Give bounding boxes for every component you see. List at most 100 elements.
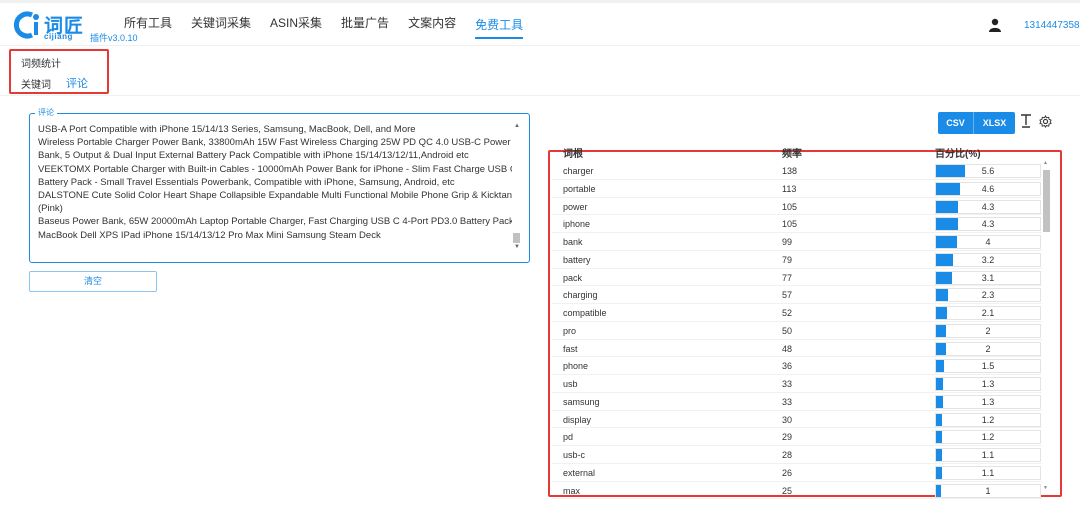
word-cell: power — [563, 201, 588, 212]
user-icon[interactable] — [989, 18, 1001, 32]
csv-button[interactable]: CSV — [938, 112, 974, 134]
nav-asin-collect[interactable]: ASIN采集 — [270, 3, 322, 43]
nav-bulk-ads[interactable]: 批量广告 — [341, 3, 389, 43]
clear-button[interactable]: 清空 — [29, 271, 157, 292]
nav-copywriting[interactable]: 文案内容 — [408, 3, 456, 43]
header-percent[interactable]: 百分比(%) — [935, 145, 981, 160]
gear-icon[interactable] — [1039, 115, 1052, 128]
word-cell: compatible — [563, 308, 607, 318]
export-button-group: CSV XLSX — [938, 112, 1015, 134]
header-frequency[interactable]: 频率 — [782, 145, 802, 160]
frequency-cell: 50 — [782, 325, 793, 336]
table-row[interactable]: charger 138 5.6 — [552, 162, 1042, 180]
word-cell: usb — [563, 379, 578, 389]
comment-line: VEEKTOMX Portable Charger with Built-in … — [38, 163, 512, 175]
page-title: 词频统计 — [21, 59, 61, 70]
divider — [0, 95, 1080, 96]
percent-bar: 4.6 — [935, 181, 1041, 196]
word-cell: pd — [563, 432, 574, 443]
logo-c-icon — [14, 11, 39, 39]
text-height-icon[interactable] — [1020, 114, 1032, 132]
frequency-cell: 52 — [782, 308, 793, 318]
percent-bar: 2.1 — [935, 306, 1041, 320]
tab-review[interactable]: 评论 — [66, 75, 88, 91]
table-row[interactable]: usb 33 1.3 — [552, 375, 1042, 393]
logo-subtext: cijiang — [44, 32, 73, 41]
comment-line: Wireless Portable Charger Power Bank, 33… — [38, 137, 511, 149]
comment-legend: 评论 — [35, 107, 57, 118]
comment-line: DALSTONE Cute Solid Color Heart Shape Co… — [38, 190, 512, 202]
comment-scrollbar[interactable]: ▲ ▼ — [512, 120, 523, 256]
comment-content[interactable]: USB-A Port Compatible with iPhone 15/14/… — [38, 123, 512, 242]
percent-cell: 4.3 — [981, 201, 995, 212]
nav-free-tools[interactable]: 免费工具 — [475, 3, 524, 39]
frequency-cell: 99 — [782, 237, 793, 247]
xlsx-button[interactable]: XLSX — [974, 112, 1015, 134]
word-cell: pack — [563, 272, 583, 283]
scroll-up-icon[interactable]: ▲ — [514, 123, 520, 129]
word-cell: portable — [563, 183, 596, 194]
table-row[interactable]: iphone 105 4.3 — [552, 215, 1042, 233]
header-word[interactable]: 词根 — [563, 145, 583, 160]
percent-cell: 1.3 — [981, 379, 995, 389]
nav-all-tools[interactable]: 所有工具 — [124, 3, 172, 43]
comment-line: Battery Pack - Small Travel Essentials P… — [38, 176, 455, 188]
frequency-cell: 33 — [782, 396, 793, 407]
percent-bar: 1.3 — [935, 394, 1041, 409]
table-row[interactable]: portable 113 4.6 — [552, 180, 1042, 198]
table-row[interactable]: power 105 4.3 — [552, 198, 1042, 216]
table-row[interactable]: phone 36 1.5 — [552, 357, 1042, 375]
frequency-cell: 30 — [782, 414, 793, 425]
percent-cell: 4.6 — [981, 183, 995, 194]
word-cell: fast — [563, 343, 578, 354]
table-scrollbar[interactable]: ▲ ▼ — [1043, 160, 1051, 494]
percent-cell: 1.5 — [981, 361, 995, 372]
table-row[interactable]: display 30 1.2 — [552, 411, 1042, 429]
table-row[interactable]: bank 99 4 — [552, 233, 1042, 251]
logo[interactable]: 词匠 cijiang 插件v3.0.10 — [14, 11, 138, 43]
table-row[interactable]: charging 57 2.3 — [552, 286, 1042, 304]
percent-bar: 1.1 — [935, 448, 1041, 462]
percent-cell: 4.3 — [981, 219, 995, 230]
word-cell: iphone — [563, 219, 591, 230]
tab-keyword[interactable]: 关键词 — [21, 76, 51, 91]
frequency-cell: 113 — [782, 183, 797, 194]
nav-keyword-collect[interactable]: 关键词采集 — [191, 3, 251, 43]
table-row[interactable]: external 26 1.1 — [552, 464, 1042, 482]
percent-bar: 2 — [935, 323, 1041, 338]
percent-bar: 4.3 — [935, 199, 1041, 214]
user-phone[interactable]: 13144473585 — [1024, 20, 1080, 31]
percent-cell: 4 — [985, 237, 991, 247]
comment-line: Baseus Power Bank, 65W 20000mAh Laptop P… — [38, 216, 512, 228]
table-row[interactable]: samsung 33 1.3 — [552, 393, 1042, 411]
table-row[interactable]: battery 79 3.2 — [552, 251, 1042, 269]
word-cell: display — [563, 414, 592, 425]
table-row[interactable]: pack 77 3.1 — [552, 269, 1042, 287]
frequency-cell: 105 — [782, 201, 798, 212]
table-row[interactable]: max 25 1 — [552, 482, 1042, 500]
percent-cell: 5.6 — [981, 166, 995, 176]
scroll-thumb[interactable] — [513, 233, 520, 243]
percent-cell: 2.3 — [981, 290, 995, 301]
scroll-down-icon[interactable]: ▼ — [514, 244, 520, 250]
percent-cell: 2.1 — [981, 308, 995, 318]
percent-cell: 3.2 — [981, 254, 995, 265]
table-scroll-up-icon[interactable]: ▲ — [1043, 160, 1048, 166]
comment-line: USB-A Port Compatible with iPhone 15/14/… — [38, 124, 416, 135]
word-cell: bank — [563, 237, 583, 247]
frequency-cell: 77 — [782, 272, 793, 283]
table-row[interactable]: fast 48 2 — [552, 340, 1042, 358]
word-cell: phone — [563, 361, 589, 372]
comment-line: MacBook Dell XPS IPad iPhone 15/14/13/12… — [38, 229, 381, 241]
table-row[interactable]: compatible 52 2.1 — [552, 304, 1042, 322]
percent-cell: 2 — [985, 325, 991, 336]
table-row[interactable]: usb-c 28 1.1 — [552, 446, 1042, 464]
frequency-cell: 26 — [782, 467, 793, 478]
percent-bar: 1.2 — [935, 412, 1041, 427]
percent-bar: 1.1 — [935, 465, 1041, 480]
percent-bar: 4 — [935, 235, 1041, 249]
table-scroll-down-icon[interactable]: ▼ — [1043, 485, 1048, 491]
table-row[interactable]: pro 50 2 — [552, 322, 1042, 340]
table-row[interactable]: pd 29 1.2 — [552, 428, 1042, 446]
table-scroll-thumb[interactable] — [1043, 170, 1050, 232]
